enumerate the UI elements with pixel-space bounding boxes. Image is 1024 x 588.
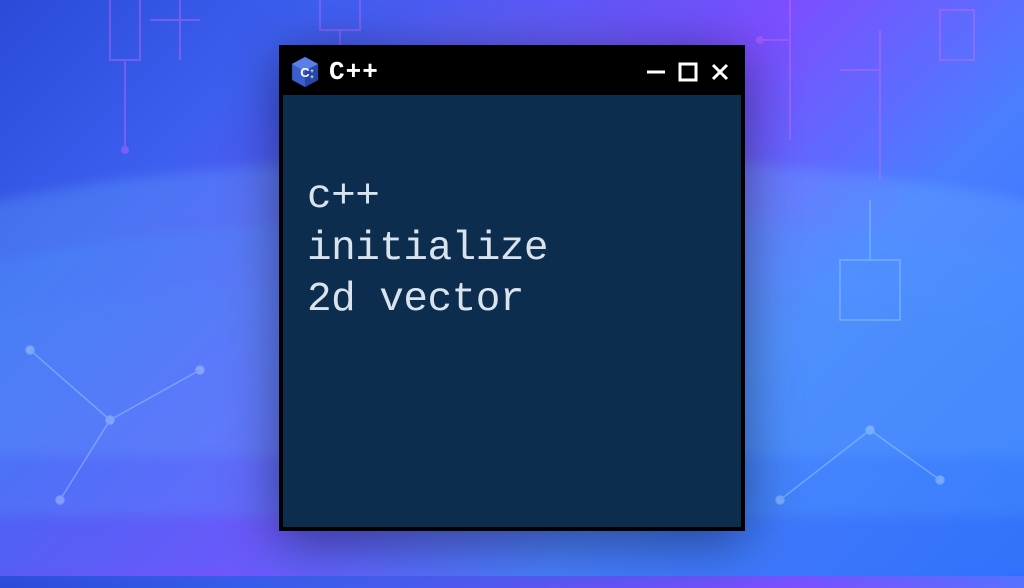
window-title: C++	[329, 57, 379, 87]
svg-text:C: C	[300, 65, 310, 80]
app-window: C + + C++	[279, 45, 745, 531]
svg-text:+: +	[310, 75, 314, 81]
close-button[interactable]	[709, 61, 731, 83]
window-controls	[645, 61, 731, 83]
body-text: c++ initialize 2d vector	[307, 174, 548, 323]
window-body: c++ initialize 2d vector	[283, 95, 741, 352]
maximize-button[interactable]	[677, 61, 699, 83]
cpp-logo-icon: C + +	[291, 56, 319, 88]
titlebar[interactable]: C + + C++	[283, 49, 741, 95]
minimize-button[interactable]	[645, 61, 667, 83]
